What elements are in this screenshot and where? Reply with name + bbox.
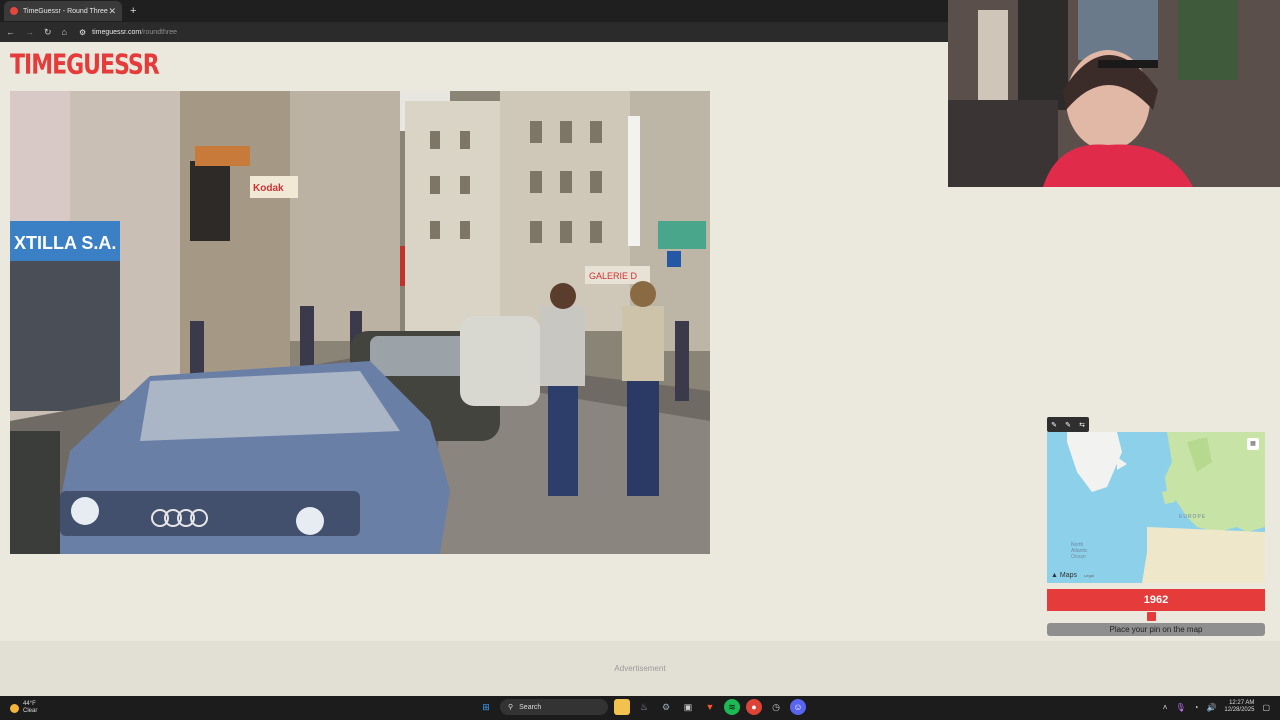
url-path: /roundthree bbox=[141, 28, 177, 36]
browser-tabbar: TimeGuessr - Round Three ✕ + bbox=[0, 0, 948, 22]
map-toolbar: ✎ ✎ ⇆ bbox=[1047, 417, 1089, 432]
url-field[interactable]: ⚙ timeguessr.com/roundthree bbox=[79, 28, 177, 37]
address-bar: ← → ↻ ⌂ ⚙ timeguessr.com/roundthree bbox=[0, 22, 948, 42]
volume-icon[interactable]: 🔊 bbox=[1206, 703, 1216, 712]
year-value: 1962 bbox=[1047, 589, 1265, 611]
map-label-ocean: North Atlantic Ocean bbox=[1071, 542, 1088, 560]
svg-text:GALERIE D: GALERIE D bbox=[589, 271, 638, 281]
file-explorer-icon[interactable] bbox=[614, 699, 630, 715]
webcam-image bbox=[948, 0, 1280, 187]
tab-title: TimeGuessr - Round Three bbox=[23, 7, 108, 15]
system-tray: ˄ 🎙 ◔ 🔊 12:27 AM 12/28/2025 ▢ bbox=[1163, 700, 1270, 714]
weather-temp: 44°F bbox=[23, 701, 36, 707]
year-slider-thumb[interactable] bbox=[1147, 612, 1156, 621]
chrome-icon[interactable]: ● bbox=[746, 699, 762, 715]
browser-tab[interactable]: TimeGuessr - Round Three ✕ bbox=[4, 1, 122, 21]
start-windows-icon[interactable]: ⊞ bbox=[478, 699, 494, 715]
back-icon[interactable]: ← bbox=[6, 27, 15, 37]
microphone-icon[interactable]: 🎙 bbox=[1175, 703, 1185, 712]
clock-app-icon[interactable]: ◷ bbox=[768, 699, 784, 715]
forward-icon[interactable]: → bbox=[25, 27, 34, 37]
weather-moon-icon bbox=[10, 703, 19, 713]
guess-map[interactable]: EUROPE North Atlantic Ocean ▦ ▲ Maps Leg… bbox=[1047, 432, 1265, 583]
page-content: TIMEGUESSR XTILLA S.A. Kodak GALERIE D ✎… bbox=[0, 0, 1280, 696]
wifi-icon[interactable]: ◔ bbox=[1194, 703, 1199, 712]
year-slider[interactable] bbox=[1047, 611, 1265, 621]
taskbar-search[interactable]: ⚲ Search bbox=[500, 699, 608, 715]
advertisement-bar: Advertisement bbox=[0, 641, 1280, 696]
round-photo: XTILLA S.A. Kodak GALERIE D bbox=[10, 91, 710, 554]
steam-icon[interactable]: ♨ bbox=[636, 699, 652, 715]
brave-browser-icon[interactable]: ▼ bbox=[702, 699, 718, 715]
app-icon[interactable]: ▣ bbox=[680, 699, 696, 715]
settings-gear-icon[interactable]: ⚙ bbox=[658, 699, 674, 715]
map-mode-icon[interactable]: ▦ bbox=[1247, 438, 1259, 450]
reload-icon[interactable]: ↻ bbox=[44, 27, 52, 38]
discord-icon[interactable]: ☺ bbox=[790, 699, 806, 715]
taskbar-apps: ⊞ ⚲ Search ♨ ⚙ ▣ ▼ ≋ ● ◷ ☺ bbox=[478, 699, 806, 715]
site-favicon-icon bbox=[10, 7, 18, 15]
apple-maps-logo: ▲ Maps bbox=[1051, 572, 1078, 579]
svg-text:XTILLA S.A.: XTILLA S.A. bbox=[14, 233, 116, 253]
edit-tool-icon[interactable]: ✎ bbox=[1051, 421, 1057, 429]
new-tab-button[interactable]: + bbox=[130, 5, 136, 17]
site-info-icon[interactable]: ⚙ bbox=[79, 28, 86, 37]
webcam-overlay bbox=[948, 0, 1280, 187]
tray-expand-icon[interactable]: ˄ bbox=[1163, 703, 1168, 712]
site-logo[interactable]: TIMEGUESSR bbox=[10, 50, 160, 91]
place-pin-button[interactable]: Place your pin on the map bbox=[1047, 623, 1265, 636]
advertisement-label: Advertisement bbox=[614, 664, 666, 673]
weather-widget[interactable]: 44°F Clear bbox=[10, 701, 37, 715]
resize-tool-icon[interactable]: ⇆ bbox=[1079, 421, 1085, 429]
url-host: timeguessr.com bbox=[92, 28, 142, 36]
map-land-shapes bbox=[1067, 432, 1265, 583]
edit-tool-icon-2[interactable]: ✎ bbox=[1065, 421, 1071, 429]
map-legal-link[interactable]: Legal bbox=[1084, 573, 1094, 578]
weather-condition: Clear bbox=[23, 708, 38, 714]
notifications-icon[interactable]: ▢ bbox=[1262, 703, 1270, 712]
taskbar-clock[interactable]: 12:27 AM 12/28/2025 bbox=[1224, 700, 1254, 714]
street-scene-image: XTILLA S.A. Kodak GALERIE D bbox=[10, 91, 710, 554]
home-icon[interactable]: ⌂ bbox=[62, 27, 67, 37]
spotify-icon[interactable]: ≋ bbox=[724, 699, 740, 715]
svg-text:Kodak: Kodak bbox=[253, 183, 284, 194]
search-icon: ⚲ bbox=[508, 704, 514, 711]
taskbar: 44°F Clear ⊞ ⚲ Search ♨ ⚙ ▣ ▼ ≋ ● ◷ ☺ ˄ 🎙 … bbox=[0, 696, 1280, 720]
close-tab-icon[interactable]: ✕ bbox=[108, 6, 116, 17]
map-label-europe: EUROPE bbox=[1179, 514, 1207, 520]
